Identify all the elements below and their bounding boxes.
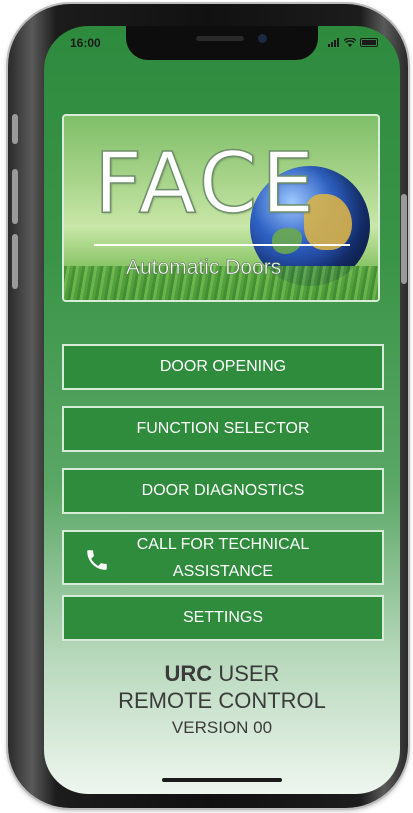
notch bbox=[126, 26, 318, 60]
status-time: 16:00 bbox=[70, 36, 101, 50]
main-menu: DOOR OPENING FUNCTION SELECTOR DOOR DIAG… bbox=[62, 344, 384, 657]
home-indicator[interactable] bbox=[162, 778, 282, 782]
battery-icon bbox=[360, 38, 378, 47]
settings-button[interactable]: SETTINGS bbox=[62, 595, 384, 641]
call-technical-assistance-button[interactable]: CALL FOR TECHNICAL ASSISTANCE bbox=[62, 530, 384, 585]
app-title: URC USER REMOTE CONTROL bbox=[44, 660, 400, 714]
logo-tagline: Automatic Doors bbox=[126, 256, 282, 280]
power-button bbox=[401, 194, 407, 284]
phone-icon bbox=[87, 550, 107, 570]
door-diagnostics-label: DOOR DIAGNOSTICS bbox=[141, 482, 305, 499]
face-logo-banner: FACE Automatic Doors bbox=[62, 114, 380, 302]
function-selector-label: FUNCTION SELECTOR bbox=[136, 420, 310, 437]
status-icons bbox=[328, 38, 378, 47]
call-assistance-label: CALL FOR TECHNICAL ASSISTANCE bbox=[123, 531, 323, 585]
volume-up-button bbox=[12, 169, 18, 224]
silent-switch bbox=[12, 114, 18, 144]
call-assistance-line2: ASSISTANCE bbox=[172, 562, 274, 580]
signal-icon bbox=[328, 38, 339, 47]
logo-brand: FACE bbox=[93, 133, 319, 233]
settings-label: SETTINGS bbox=[182, 609, 263, 626]
app-name-rest: USER bbox=[212, 661, 280, 686]
wifi-icon bbox=[344, 38, 356, 47]
phone-frame: 16:00 FACE Automatic Doors DOOR OPENING … bbox=[8, 4, 408, 808]
door-diagnostics-button[interactable]: DOOR DIAGNOSTICS bbox=[62, 468, 384, 514]
speaker-grille bbox=[196, 36, 244, 41]
door-opening-button[interactable]: DOOR OPENING bbox=[62, 344, 384, 390]
screen: 16:00 FACE Automatic Doors DOOR OPENING … bbox=[44, 26, 400, 794]
logo-divider bbox=[94, 244, 350, 246]
door-opening-label: DOOR OPENING bbox=[159, 358, 287, 375]
front-camera bbox=[258, 34, 267, 43]
function-selector-button[interactable]: FUNCTION SELECTOR bbox=[62, 406, 384, 452]
call-assistance-line1: CALL FOR TECHNICAL bbox=[136, 535, 310, 553]
app-subtitle: REMOTE CONTROL bbox=[118, 688, 326, 713]
volume-down-button bbox=[12, 234, 18, 289]
version-label: VERSION 00 bbox=[171, 718, 273, 737]
app-name-bold: URC bbox=[164, 661, 213, 686]
